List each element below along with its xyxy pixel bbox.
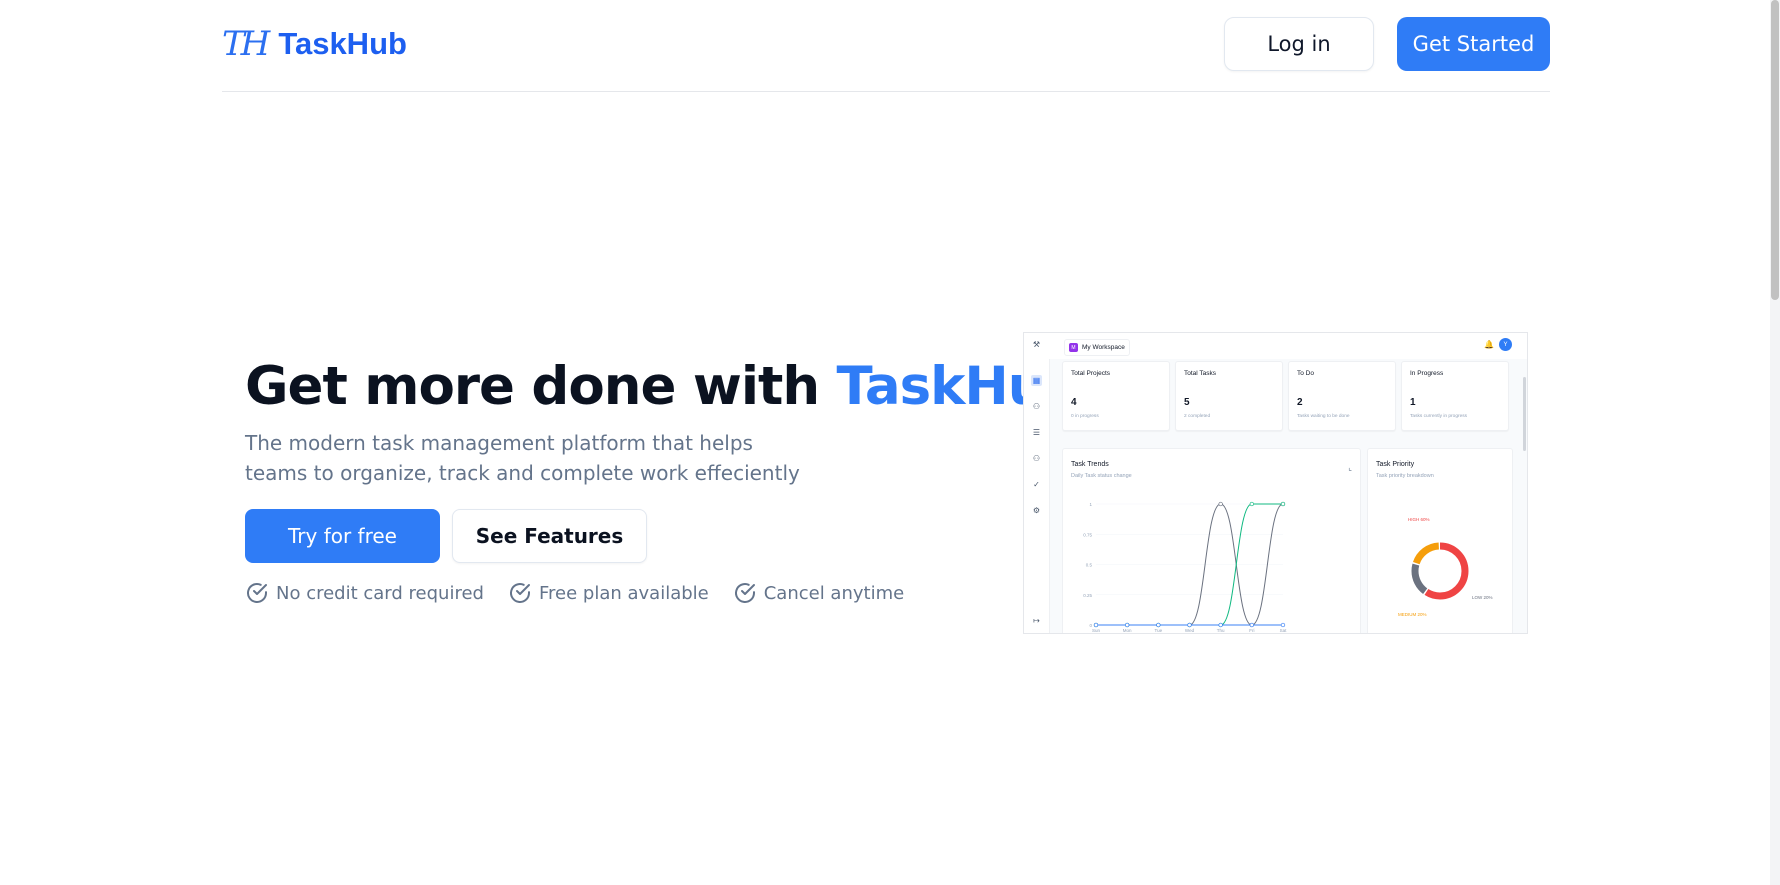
trend-point	[1218, 501, 1223, 507]
x-tick-label: Fri	[1249, 628, 1254, 633]
stat-sub: Tasks waiting to be done	[1297, 414, 1350, 419]
trend-point	[1156, 622, 1161, 628]
check-circle-icon	[734, 583, 755, 603]
x-tick-label: Wed	[1185, 628, 1195, 633]
users-icon: ⚇	[1032, 402, 1041, 411]
top-nav: TH TaskHub Log in Get Started	[222, 0, 1550, 92]
workspace-switcher: M My Workspace	[1064, 339, 1130, 356]
preview-scrollbar	[1523, 377, 1526, 451]
benefit-item: Free plan available	[508, 581, 709, 605]
stat-value: 2	[1297, 397, 1303, 408]
trend-point	[1280, 501, 1286, 507]
stat-title: In Progress	[1410, 370, 1444, 377]
check-circle-icon	[247, 583, 267, 603]
hero-title: Get more done with TaskHub	[245, 356, 1082, 417]
stat-title: Total Projects	[1071, 370, 1111, 377]
benefit-text: No credit card required	[276, 582, 484, 604]
settings-icon: ⚙	[1032, 506, 1041, 515]
get-started-button[interactable]: Get Started	[1397, 17, 1550, 71]
x-tick-label: Sat	[1280, 628, 1288, 633]
stat-title: Total Tasks	[1184, 370, 1217, 377]
benefit-item: Cancel anytime	[733, 581, 904, 605]
x-tick-label: Tue	[1155, 628, 1163, 633]
task-priority-panel: Task Priority Task priority breakdown HI…	[1367, 448, 1513, 633]
check-circle-icon	[510, 583, 530, 603]
login-button[interactable]: Log in	[1224, 17, 1374, 71]
logo[interactable]: TH TaskHub	[222, 26, 407, 62]
y-tick-label: 0.75	[1083, 532, 1092, 537]
stat-title: To Do	[1297, 370, 1314, 377]
priority-slice-label: MEDIUM 20%	[1398, 612, 1427, 617]
hero-title-prefix: Get more done with	[245, 356, 837, 417]
stat-card: Total Tasks 5 2 completed	[1175, 361, 1283, 431]
priority-slice-label: LOW 20%	[1472, 595, 1493, 600]
workspace-name: My Workspace	[1082, 344, 1125, 351]
x-tick-label: Thu	[1217, 628, 1225, 633]
x-tick-label: Mon	[1123, 628, 1132, 633]
wrench-icon: ⚒	[1032, 340, 1041, 349]
stat-value: 5	[1184, 397, 1190, 408]
stat-sub: 0 in progress	[1071, 414, 1099, 419]
x-tick-label: Sun	[1092, 628, 1101, 633]
dashboard-preview: ⚒ ▦ ⚇ ☰ ⚇ ✓ ⚙ ↦ M My Workspace 🔔 Y Total…	[1023, 332, 1528, 634]
stat-value: 1	[1410, 397, 1416, 408]
check-icon: ✓	[1033, 480, 1040, 489]
stat-card: In Progress 1 Tasks currently in progres…	[1401, 361, 1509, 431]
trend-point	[1125, 622, 1130, 628]
members-icon: ⚇	[1032, 454, 1041, 463]
trend-chart: 10.750.50.250Sun Mon Tue Wed Thu Fri Sat	[1083, 501, 1288, 633]
trend-point	[1218, 622, 1223, 628]
list-icon: ☰	[1032, 428, 1041, 437]
priority-donut-chart: HIGH 60% LOW 20% MEDIUM 20%	[1398, 517, 1493, 617]
y-tick-label: 0.25	[1083, 593, 1092, 598]
workspace-badge: M	[1069, 343, 1078, 352]
benefit-text: Cancel anytime	[763, 582, 905, 604]
stat-sub: Tasks currently in progress	[1410, 414, 1468, 419]
benefit-list: No credit card required Free plan availa…	[245, 581, 904, 605]
stat-card: To Do 2 Tasks waiting to be done	[1288, 361, 1396, 431]
avatar: Y	[1499, 338, 1512, 351]
stat-card: Total Projects 4 0 in progress	[1062, 361, 1170, 431]
stat-sub: 2 completed	[1184, 414, 1211, 419]
trend-point	[1187, 622, 1192, 628]
page-scrollbar[interactable]	[1770, 0, 1780, 885]
trend-point	[1280, 622, 1286, 628]
benefit-text: Free plan available	[538, 582, 709, 604]
y-tick-label: 0.5	[1086, 563, 1093, 568]
trend-point	[1249, 501, 1254, 507]
try-for-free-button[interactable]: Try for free	[245, 509, 440, 563]
preview-sidebar: ⚒ ▦ ⚇ ☰ ⚇ ✓ ⚙ ↦	[1024, 333, 1050, 633]
page-scrollbar-thumb[interactable]	[1771, 0, 1779, 300]
task-trends-panel: Task Trends Daily Task status change ⌞ 1…	[1062, 448, 1361, 633]
logo-text: TaskHub	[278, 26, 407, 61]
hero-subtitle: The modern task management platform that…	[245, 431, 800, 485]
y-tick-label: 1	[1089, 502, 1092, 507]
benefit-item: No credit card required	[245, 581, 484, 605]
bell-icon: 🔔	[1484, 340, 1494, 349]
priority-slice-label: HIGH 60%	[1408, 517, 1430, 522]
trend-point	[1249, 622, 1254, 628]
trend-point	[1093, 622, 1099, 628]
dashboard-icon: ▦	[1031, 375, 1042, 386]
logo-mark: TH	[222, 24, 270, 64]
stat-value: 4	[1071, 397, 1077, 408]
see-features-button[interactable]: See Features	[452, 509, 647, 563]
logout-icon: ↦	[1033, 616, 1040, 625]
